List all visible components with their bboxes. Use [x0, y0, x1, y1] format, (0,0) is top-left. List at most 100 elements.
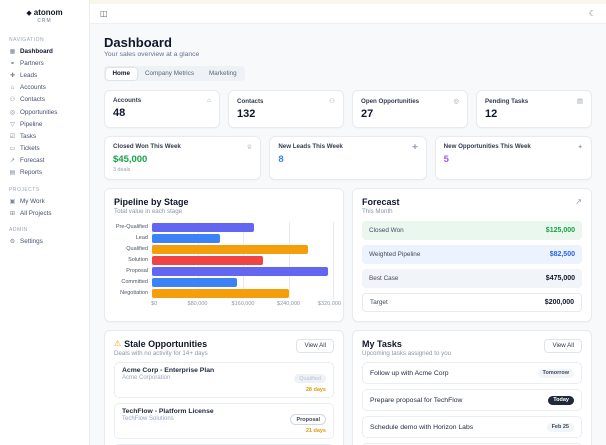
chart-tick-label: $0 [151, 301, 158, 307]
sidebar-item-all-projects[interactable]: ⊞ All Projects [0, 207, 89, 219]
forecast-row-weighted-pipeline: Weighted Pipeline $82,500 [362, 245, 582, 264]
brand-logo: ◆ atonom CRM [0, 8, 89, 29]
chart-category-label: Pre-Qualified [115, 224, 148, 230]
stat-cards-row: Accounts ⌂ 48 Contacts ⚇ 132 Open Opportun… [104, 90, 592, 128]
panel-title: Pipeline by Stage [114, 196, 189, 207]
sidebar: ◆ atonom CRM Navigation ▦ Dashboard ⚭ Partn… [0, 0, 90, 445]
tasks-list: Follow up with Acme Corp Tomorrow Prepar… [362, 362, 582, 445]
sidebar-item-accounts[interactable]: ⌂ Accounts [0, 82, 89, 94]
funnel-icon: ▽ [10, 121, 15, 128]
view-all-button[interactable]: View All [296, 338, 334, 353]
forecast-value: $475,000 [545, 275, 575, 282]
chart-category-label: Solution [128, 257, 148, 263]
brand-name: atonom [33, 8, 63, 17]
chart-plot-area [152, 222, 334, 299]
page-title: Dashboard [104, 35, 172, 50]
sidebar-item-my-work[interactable]: ▣ My Work [0, 195, 89, 207]
sidebar-item-tickets[interactable]: ▭ Tickets [0, 143, 89, 155]
sidebar-item-partners[interactable]: ⚭ Partners [0, 57, 89, 69]
stat-sub: 3 deals [113, 166, 131, 173]
pipeline-bar-chart: Pre-Qualified Lead Qualified Solution Pr… [114, 222, 341, 309]
sidebar-item-dashboard[interactable]: ▦ Dashboard [0, 45, 89, 57]
task-title: Schedule demo with Horizon Labs [370, 423, 474, 431]
stat-value: $45,000 [113, 153, 148, 165]
sidebar-item-leads[interactable]: ✚ Leads [0, 69, 89, 81]
sidebar-item-opportunities[interactable]: ◎ Opportunities [0, 106, 89, 118]
file-icon: ▤ [9, 170, 16, 177]
sidebar-item-label: Forecast [20, 157, 45, 165]
stale-opportunities-list: Acme Corp - Enterprise Plan Acme Corpora… [114, 362, 334, 445]
user-plus-icon: ✚ [9, 72, 16, 79]
view-all-button[interactable]: View All [544, 338, 582, 353]
task-row-follow-up-acme[interactable]: Follow up with Acme Corp Tomorrow [362, 362, 582, 384]
panel-title: My Tasks [362, 338, 402, 349]
panel-subtitle: Upcoming tasks assigned to you [362, 350, 452, 357]
stat-card-contacts: Contacts ⚇ 132 [228, 90, 344, 128]
sidebar-section-projects: Projects [9, 187, 40, 194]
chart-bar [152, 256, 263, 265]
sidebar-item-label: Contacts [20, 96, 45, 104]
dashboard-content: Dashboard Your sales overview at a glanc… [90, 24, 606, 445]
days-stale: 21 days [305, 428, 326, 434]
sidebar-item-tasks[interactable]: ☑ Tasks [0, 130, 89, 142]
chart-x-axis: $0 $80,000 $160,000 $240,000 $320,000 [151, 301, 341, 309]
task-row-schedule-demo[interactable]: Schedule demo with Horizon Labs Feb 25 [362, 416, 582, 438]
user-plus-icon: ✚ [412, 143, 418, 151]
sidebar-item-label: All Projects [20, 209, 52, 217]
days-stale: 28 days [305, 387, 326, 393]
theme-toggle-icon[interactable]: ☾ [589, 9, 596, 18]
stage-badge: Qualified [294, 374, 326, 383]
forecast-row-best-case: Best Case $475,000 [362, 269, 582, 288]
chart-bar [152, 223, 255, 232]
opportunity-row-acme[interactable]: Acme Corp - Enterprise Plan Acme Corpora… [114, 362, 334, 398]
sidebar-item-settings[interactable]: ⚙ Settings [0, 235, 89, 247]
panel-title: Forecast [362, 196, 400, 207]
chart-category-label: Negotiation [120, 290, 148, 296]
stat-value: 12 [485, 107, 498, 120]
tab-home[interactable]: Home [105, 67, 137, 80]
middle-panels-row: Pipeline by Stage Total value in each st… [104, 187, 592, 322]
ticket-icon: ▭ [9, 146, 16, 153]
stat-value: 27 [361, 107, 374, 120]
tab-marketing[interactable]: Marketing [202, 68, 244, 80]
task-row-prepare-proposal[interactable]: Prepare proposal for TechFlow Today [362, 389, 582, 411]
stat-card-pending-tasks: Pending Tasks ▤ 12 [476, 90, 592, 128]
stat-label: Contacts [237, 97, 264, 105]
folder-icon: ⊞ [9, 210, 16, 217]
opportunity-row-techflow[interactable]: TechFlow - Platform License TechFlow Sol… [114, 403, 334, 439]
sidebar-item-pipeline[interactable]: ▽ Pipeline [0, 118, 89, 130]
sidebar-toggle-icon[interactable]: ◫ [100, 9, 108, 18]
forecast-rows: Closed Won $125,000 Weighted Pipeline $8… [362, 221, 582, 312]
forecast-label: Best Case [369, 275, 399, 282]
sidebar-item-label: Tasks [20, 132, 37, 140]
sidebar-item-label: Partners [20, 59, 44, 67]
weekly-stats-row: Closed Won This Week ♕ $45,000 3 deals Ne… [104, 135, 592, 180]
chart-category-label: Proposal [126, 268, 148, 274]
stage-badge: Proposal [290, 414, 326, 425]
stat-label: Pending Tasks [485, 97, 529, 105]
forecast-label: Target [370, 299, 388, 306]
sidebar-item-forecast[interactable]: ↗ Forecast [0, 155, 89, 167]
stat-card-accounts: Accounts ⌂ 48 [104, 90, 220, 128]
sidebar-item-label: Tickets [20, 145, 40, 153]
building-icon: ⌂ [10, 84, 15, 91]
sidebar-item-label: Leads [20, 71, 38, 79]
chart-bar [152, 278, 238, 287]
panel-subtitle: This Month [362, 208, 393, 215]
due-badge: Tomorrow [537, 368, 574, 378]
chart-bar [152, 245, 309, 254]
chart-bar [152, 234, 221, 243]
chart-category-label: Qualified [126, 246, 148, 252]
bottom-panels-row: ⚠ Stale Opportunities Deals with no acti… [104, 329, 592, 445]
warning-icon: ⚠ [114, 339, 122, 348]
sidebar-item-reports[interactable]: ▤ Reports [0, 167, 89, 179]
sidebar-item-label: My Work [20, 197, 45, 205]
forecast-value: $200,000 [544, 299, 574, 306]
stat-value: 132 [237, 107, 256, 120]
sidebar-item-label: Settings [20, 238, 43, 246]
logo-icon: ◆ [26, 10, 32, 17]
sidebar-item-contacts[interactable]: ⚇ Contacts [0, 94, 89, 106]
gear-icon: ⚙ [9, 239, 16, 246]
chart-tick-label: $160,000 [231, 301, 255, 307]
tab-company-metrics[interactable]: Company Metrics [138, 68, 201, 80]
